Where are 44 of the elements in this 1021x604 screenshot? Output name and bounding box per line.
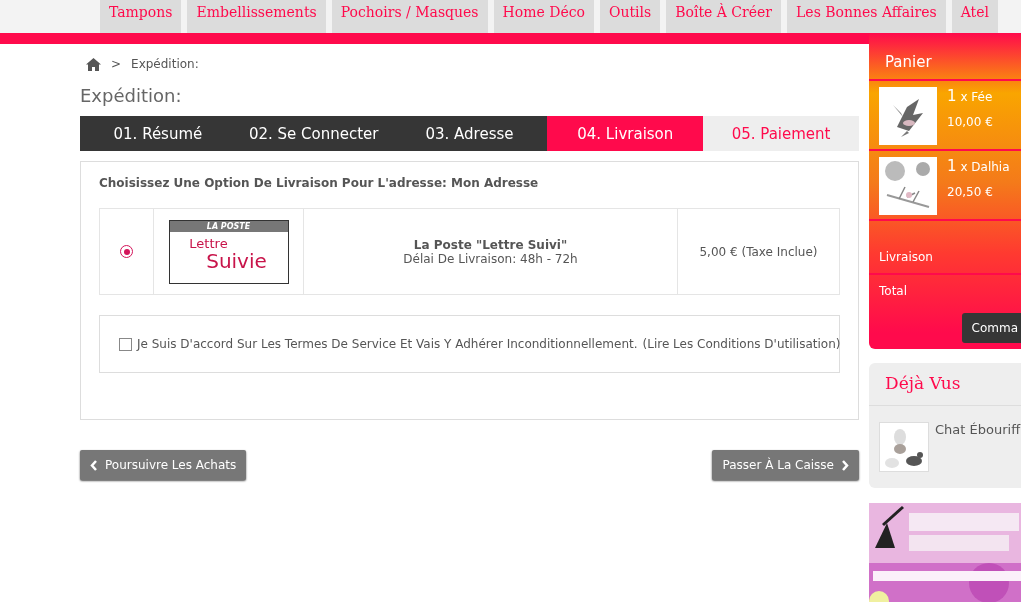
delivery-heading: Choisissez Une Option De Livraison Pour L'adresse: Mon Adresse — [99, 176, 540, 190]
order-button[interactable]: Comma — [961, 313, 1021, 343]
cart-title[interactable]: Panier — [885, 53, 932, 71]
nav-tab[interactable]: Home Déco — [493, 0, 594, 33]
breadcrumb-separator: > — [111, 57, 122, 71]
total-label: Total — [879, 284, 908, 298]
terms-link[interactable]: (Lire Les Conditions D'utilisation) — [642, 337, 841, 351]
checkout-button[interactable]: Passer À La Caisse — [712, 450, 859, 480]
item-name[interactable]: Dalhia — [971, 160, 1010, 174]
nav-tab[interactable]: Pochoirs / Masques — [331, 0, 488, 33]
nav-tab[interactable]: Tampons — [100, 0, 182, 33]
continue-shopping-button[interactable]: Poursuivre Les Achats — [80, 450, 247, 480]
radio-button[interactable] — [120, 245, 133, 258]
times-sign: x — [960, 160, 968, 174]
nav-tab[interactable]: Embellissements — [187, 0, 326, 33]
shipping-label: Livraison — [879, 250, 933, 264]
times-sign: x — [960, 90, 968, 104]
step-tab[interactable]: 02. Se Connecter — [235, 116, 392, 151]
page-title: Expédition: — [80, 85, 183, 106]
delivery-delay: Délai De Livraison: 48h - 72h — [403, 251, 578, 266]
nav-tab[interactable]: Atel — [951, 0, 998, 33]
nav-tab[interactable]: Boîte À Créer — [666, 0, 782, 33]
delivery-price: 5,00 € (Taxe Inclue) — [699, 244, 818, 259]
breadcrumb-current: Expédition: — [131, 57, 199, 71]
terms-text: Je Suis D'accord Sur Les Termes De Service Et Vais Y Adhérer Inconditionnellement. — [137, 337, 638, 351]
viewed-title: Déjà Vus — [885, 373, 961, 393]
item-price: 20,50 € — [947, 185, 994, 199]
chevron-left-icon — [90, 459, 98, 471]
viewed-item-name[interactable]: Chat Ébouriff — [935, 422, 1021, 472]
carrier-name: La Poste "Lettre Suivi" — [413, 237, 568, 252]
nav-tab[interactable]: Outils — [600, 0, 661, 33]
item-name[interactable]: Fée — [971, 90, 993, 104]
item-price: 10,00 € — [947, 115, 993, 129]
home-icon[interactable] — [86, 57, 101, 71]
step-tab[interactable]: 05. Paiement — [703, 116, 859, 151]
chevron-right-icon — [841, 459, 849, 471]
step-tab[interactable]: 04. Livraison — [547, 116, 704, 151]
item-quantity: 1 — [947, 157, 957, 175]
step-tab[interactable]: 03. Adresse — [391, 116, 548, 151]
carrier-logo: LA POSTE Lettre Suivie — [168, 219, 289, 284]
step-tab[interactable]: 01. Résumé — [80, 116, 236, 151]
item-quantity: 1 — [947, 87, 957, 105]
nav-tab[interactable]: Les Bonnes Affaires — [787, 0, 946, 33]
terms-checkbox[interactable] — [119, 337, 132, 351]
